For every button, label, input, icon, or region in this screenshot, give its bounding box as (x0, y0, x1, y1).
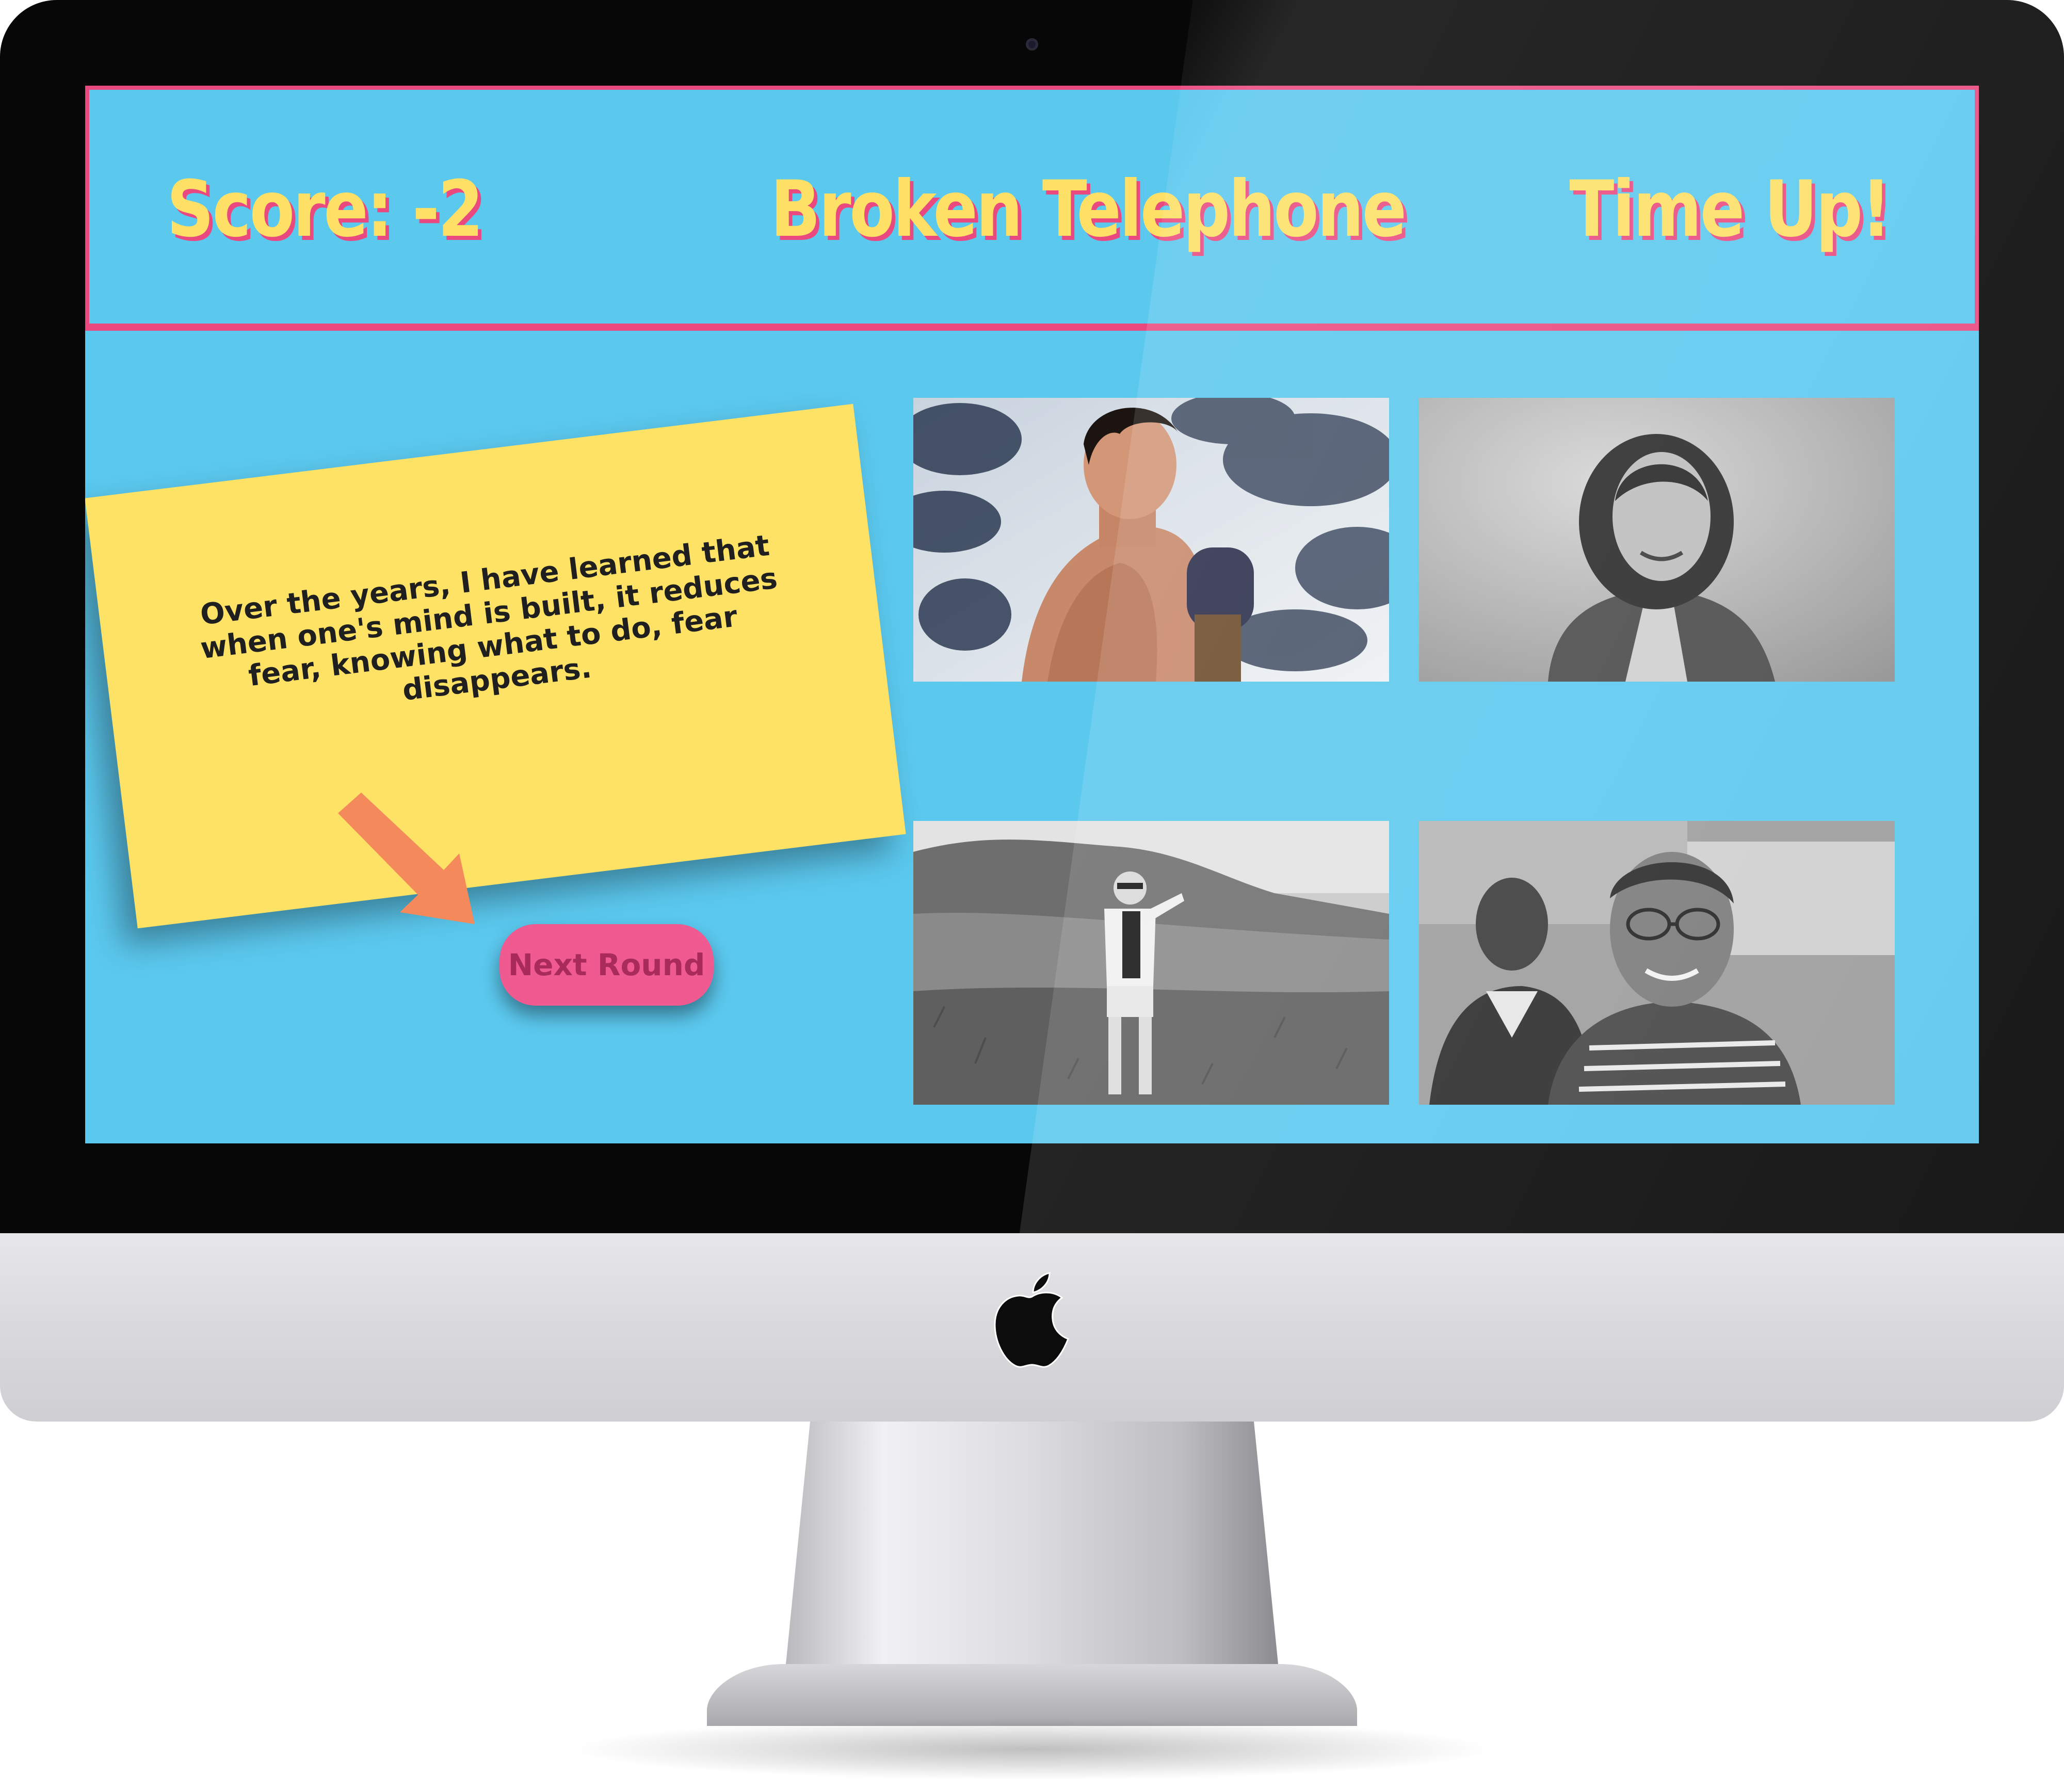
score-display: Score: -2 (167, 165, 483, 254)
game-title: Broken Telephone (770, 165, 1407, 254)
monitor-bezel: Score: -2 Broken Telephone Time Up! Over… (0, 0, 2064, 1233)
next-round-button[interactable]: Next Round (499, 924, 714, 1006)
game-header: Score: -2 Broken Telephone Time Up! (85, 86, 1979, 331)
monitor-stand (707, 1422, 1357, 1726)
photo-option-1[interactable] (913, 398, 1389, 682)
game-screen: Score: -2 Broken Telephone Time Up! Over… (85, 86, 1979, 1143)
stand-shadow (568, 1718, 1496, 1780)
apple-logo-icon (994, 1272, 1069, 1368)
photo-option-4[interactable] (1419, 821, 1895, 1105)
camera-icon (1026, 38, 1038, 51)
photo-option-2[interactable] (1419, 398, 1895, 682)
photo-option-3[interactable] (913, 821, 1389, 1105)
timer-status: Time Up! (1569, 165, 1892, 254)
quote-text: Over the years, I have learned that when… (198, 529, 780, 708)
arrow-icon (338, 793, 475, 924)
quote-card: Over the years, I have learned that when… (85, 403, 906, 929)
